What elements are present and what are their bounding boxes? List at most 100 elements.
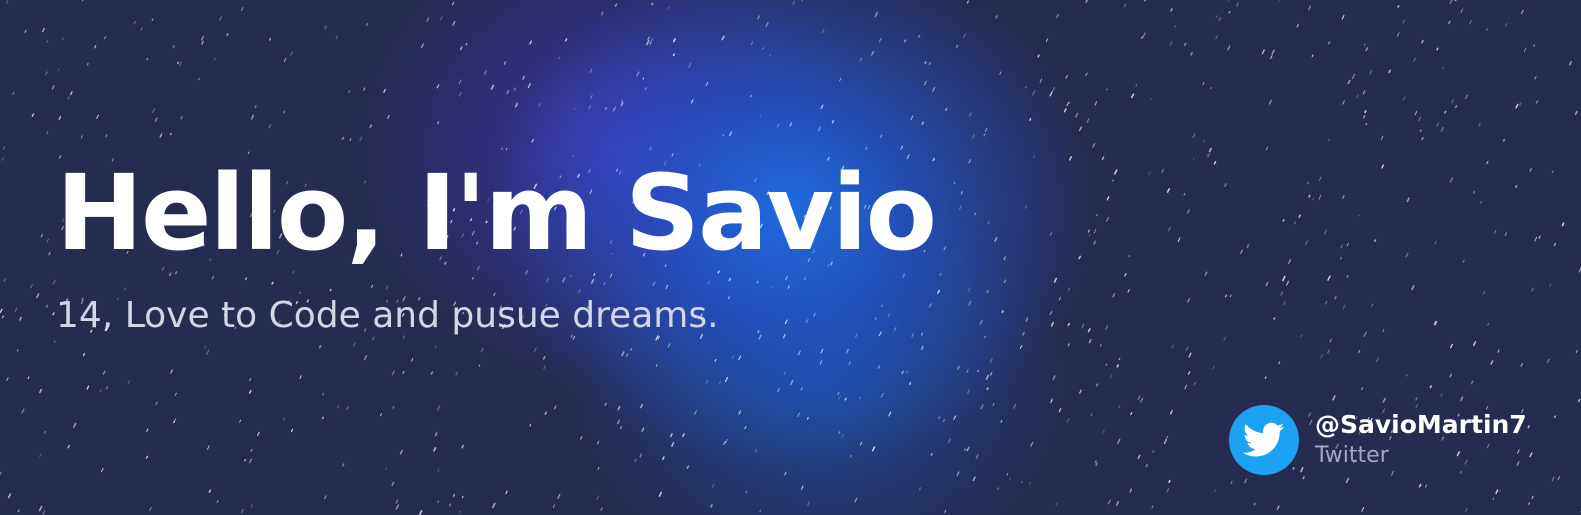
- star: [544, 411, 547, 415]
- star: [994, 236, 998, 242]
- star: [86, 385, 90, 390]
- star: [655, 364, 658, 367]
- star: [806, 417, 809, 420]
- star: [805, 319, 809, 324]
- star: [430, 371, 434, 375]
- star: [42, 510, 46, 515]
- star: [16, 349, 19, 352]
- star: [1019, 345, 1023, 349]
- star: [859, 442, 863, 446]
- star: [1066, 418, 1070, 423]
- star: [1087, 229, 1091, 233]
- star: [650, 38, 653, 42]
- twitter-link[interactable]: @SavioMartin7 Twitter: [1229, 405, 1527, 475]
- star: [1357, 349, 1361, 354]
- star: [1049, 310, 1053, 316]
- star: [1088, 233, 1091, 237]
- star: [1128, 254, 1131, 258]
- star: [644, 87, 647, 90]
- star: [363, 87, 366, 91]
- star: [514, 103, 518, 108]
- star: [1187, 371, 1191, 375]
- star: [968, 300, 972, 306]
- star: [974, 212, 977, 216]
- star: [738, 355, 742, 361]
- star: [53, 340, 56, 343]
- star: [1308, 5, 1312, 11]
- star: [820, 348, 824, 354]
- star: [1022, 331, 1025, 336]
- star: [1101, 156, 1105, 161]
- star: [944, 509, 947, 513]
- platform-label: Twitter: [1315, 443, 1389, 468]
- star: [1265, 146, 1269, 151]
- star: [371, 284, 374, 288]
- star: [146, 57, 149, 61]
- star: [96, 114, 99, 119]
- star: [522, 75, 526, 80]
- star: [924, 61, 927, 65]
- star: [1305, 240, 1308, 246]
- star: [616, 419, 621, 425]
- star: [649, 41, 652, 45]
- star: [596, 495, 600, 500]
- star: [854, 497, 858, 503]
- star: [1130, 93, 1135, 99]
- star: [596, 440, 600, 445]
- star: [838, 395, 841, 401]
- star: [1081, 323, 1085, 329]
- star: [1492, 497, 1495, 500]
- star: [1486, 28, 1488, 31]
- star: [947, 438, 951, 444]
- star: [395, 504, 400, 510]
- star: [52, 279, 56, 285]
- star: [995, 15, 998, 19]
- star: [385, 285, 389, 290]
- star: [1381, 164, 1385, 169]
- star: [658, 491, 662, 497]
- star: [105, 386, 108, 390]
- star: [244, 458, 247, 462]
- star: [731, 355, 735, 360]
- star: [1332, 395, 1336, 401]
- star: [437, 468, 440, 472]
- star: [52, 312, 55, 316]
- star: [283, 417, 286, 421]
- star: [1024, 86, 1027, 89]
- star: [1025, 317, 1029, 322]
- star: [1415, 397, 1418, 401]
- star: [1351, 73, 1356, 80]
- star: [290, 428, 294, 433]
- star: [1293, 221, 1296, 225]
- star: [45, 304, 49, 308]
- star: [1328, 138, 1330, 142]
- star: [30, 284, 33, 289]
- star: [1528, 502, 1531, 505]
- star: [967, 389, 970, 394]
- star: [1093, 240, 1097, 245]
- star: [844, 397, 847, 401]
- star: [603, 282, 606, 286]
- star: [1161, 168, 1164, 173]
- star: [1137, 395, 1141, 401]
- star: [173, 418, 177, 423]
- star: [459, 46, 463, 51]
- star: [1302, 476, 1305, 480]
- star: [1235, 2, 1239, 7]
- star: [797, 412, 800, 418]
- star: [880, 392, 884, 398]
- star: [254, 105, 257, 109]
- star: [46, 131, 49, 134]
- star: [1058, 408, 1062, 413]
- star: [480, 347, 484, 353]
- star: [877, 365, 880, 369]
- star: [1575, 349, 1578, 353]
- star: [1495, 489, 1499, 494]
- star: [452, 20, 456, 26]
- star: [1253, 502, 1256, 506]
- star: [904, 39, 907, 43]
- star: [928, 303, 932, 308]
- star: [662, 456, 665, 461]
- star: [966, 0, 969, 4]
- star: [1444, 110, 1447, 114]
